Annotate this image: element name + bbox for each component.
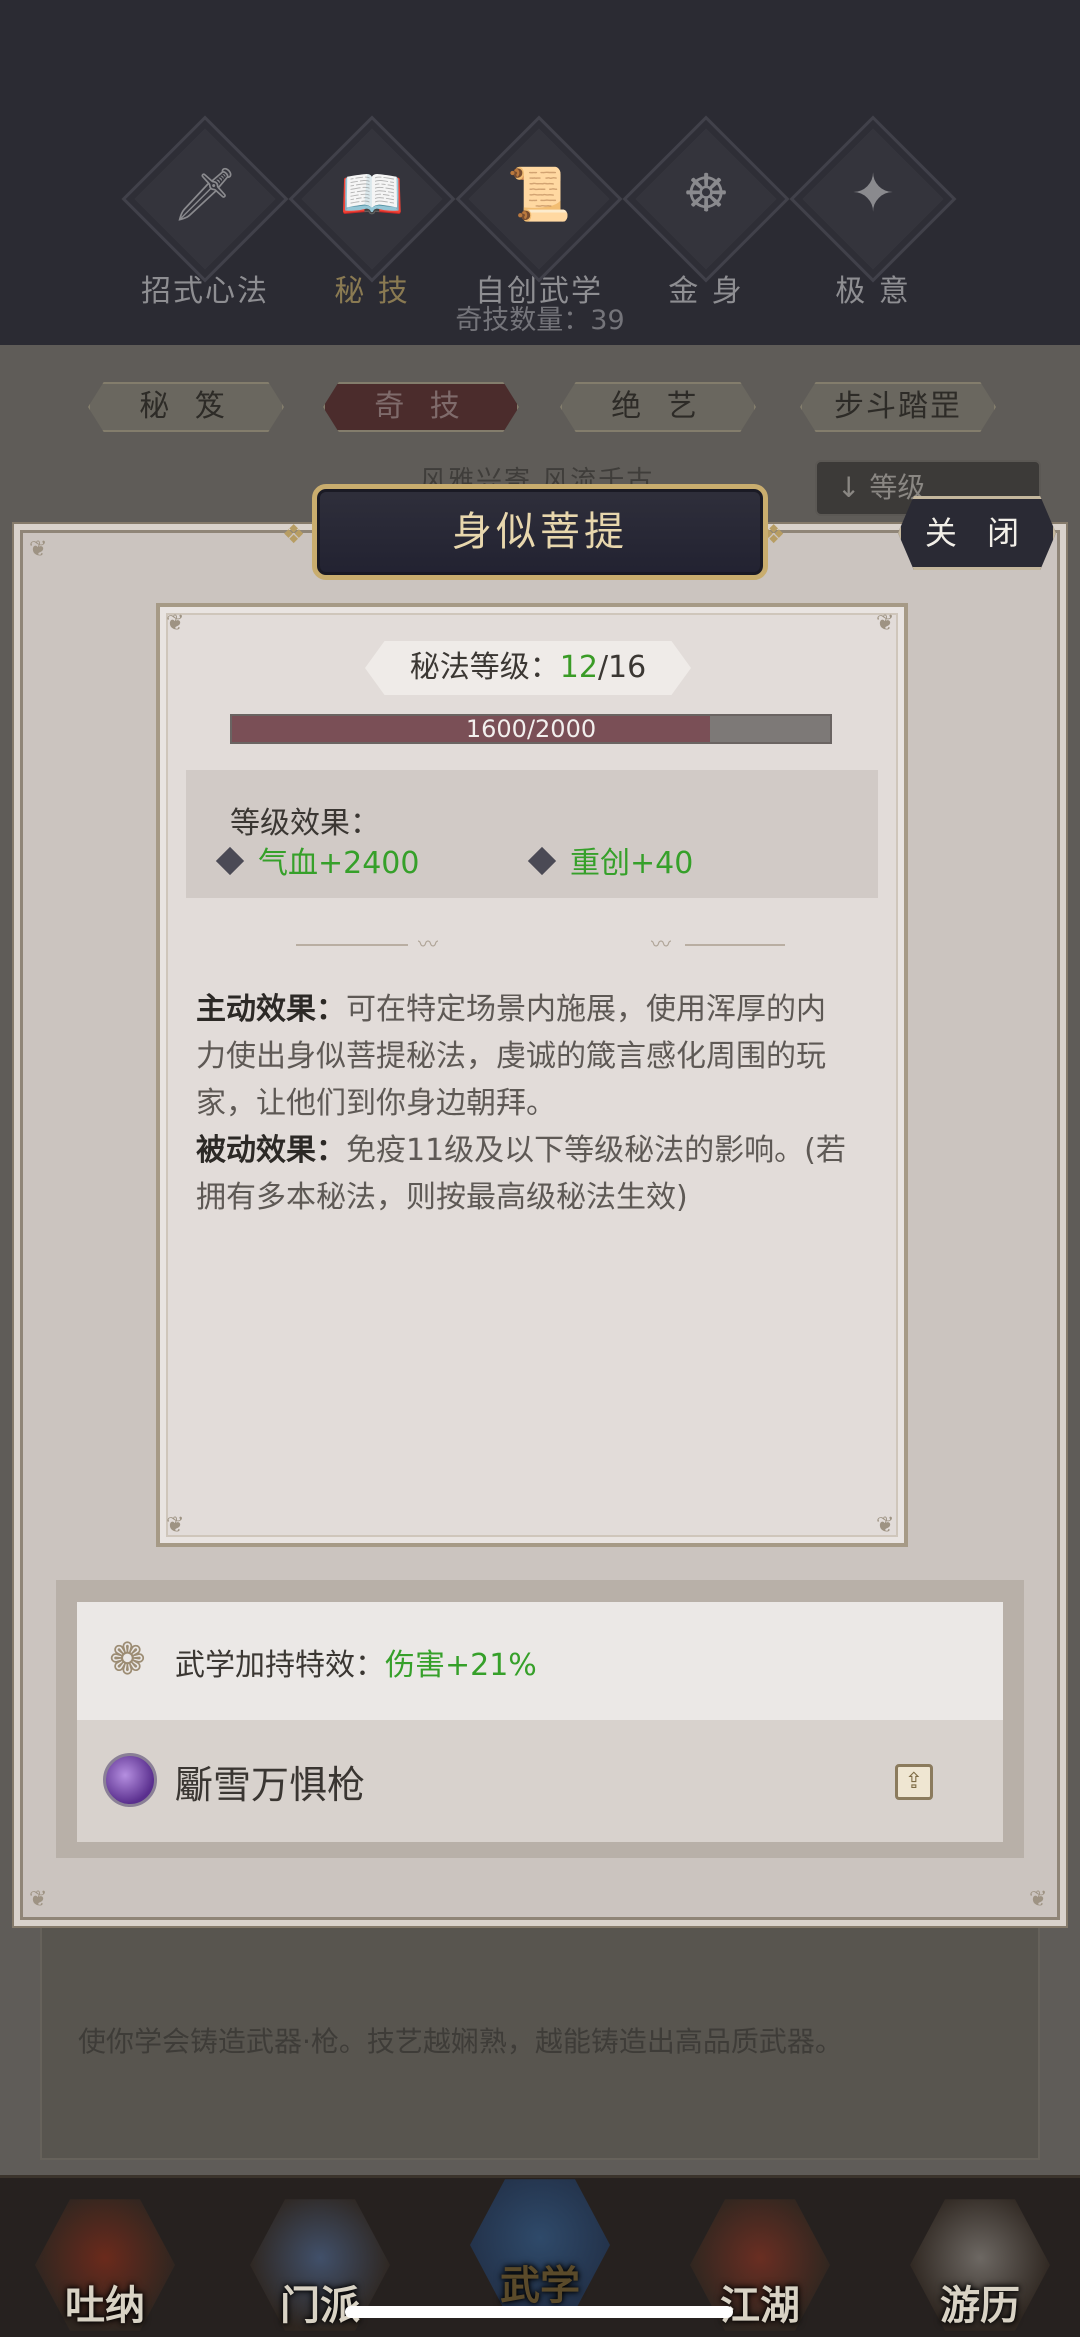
home-indicator[interactable] bbox=[345, 2306, 733, 2318]
nav-label: 江湖 bbox=[720, 2282, 800, 2329]
passive-effect-label: 被动效果： bbox=[196, 1133, 346, 1168]
corner-ornament: ❦ bbox=[1029, 1887, 1048, 1912]
category-golden-body[interactable]: ☸ 金 身 bbox=[622, 115, 790, 310]
level-current: 12 bbox=[559, 650, 598, 685]
linked-skill-row[interactable]: 斸雪万惧枪 ⇪ bbox=[77, 1720, 1003, 1842]
category-ultimate[interactable]: ✦ 极 意 bbox=[789, 115, 957, 310]
corner-ornament: ❦ bbox=[876, 1513, 895, 1538]
modal-title-plate: 身似菩提 bbox=[312, 484, 768, 580]
level-badge: 秘法等级：12/16 bbox=[365, 641, 691, 695]
effects-header: 等级效果： bbox=[230, 806, 380, 841]
effect-value: 重创+40 bbox=[570, 846, 694, 881]
linked-skill-name: 斸雪万惧枪 bbox=[175, 1763, 366, 1807]
category-moves[interactable]: 🗡 招式心法 bbox=[121, 115, 289, 310]
corner-ornament: ❦ bbox=[876, 611, 895, 636]
effect-item: 气血+2400 bbox=[215, 838, 420, 882]
exp-progress-text: 1600/2000 bbox=[465, 715, 597, 743]
modal-title: 身似菩提 bbox=[452, 509, 628, 555]
level-label: 秘法等级： bbox=[409, 650, 560, 685]
technique-count: 奇技数量：39 bbox=[455, 305, 625, 336]
skill-description: 主动效果：可在特定场景内施展，使用浑厚的内力使出身似菩提秘法，虔诚的箴言感化周围… bbox=[196, 986, 846, 1221]
tab-unique-art[interactable]: 绝 艺 bbox=[560, 382, 756, 432]
martial-pose-icon: ✦ bbox=[851, 164, 895, 224]
nav-martial-arts[interactable]: 武学 bbox=[465, 2175, 615, 2325]
level-effects-box: 等级效果： 气血+2400 重创+40 bbox=[186, 770, 878, 898]
exp-progress-bar: 1600/2000 bbox=[230, 714, 832, 744]
divider-ornament-left: 〰 bbox=[296, 932, 438, 956]
flower-icon: ❁ bbox=[109, 1634, 146, 1685]
category-secret[interactable]: 📖 秘 技 bbox=[288, 115, 456, 310]
active-effect-label: 主动效果： bbox=[196, 992, 346, 1027]
nav-label: 吐纳 bbox=[65, 2282, 145, 2329]
level-max: /16 bbox=[597, 650, 647, 685]
gem-icon bbox=[215, 846, 245, 876]
sword-icon: 🗡 bbox=[171, 165, 239, 225]
corner-ornament: ❦ bbox=[29, 1887, 48, 1912]
category-self-created[interactable]: 📜 自创武学 bbox=[455, 115, 623, 310]
close-button[interactable]: 关 闭 bbox=[898, 496, 1056, 570]
effect-item: 重创+40 bbox=[527, 838, 694, 882]
skill-orb-icon bbox=[103, 1753, 157, 1807]
title-ornament-right: ❖ bbox=[762, 520, 786, 550]
background-skill-row: 等级：4 使你学会铸造武器·枪。技艺越娴熟，越能铸造出高品质武器。 bbox=[40, 1896, 1040, 2160]
tab-secret-manual[interactable]: 秘 笈 bbox=[88, 382, 284, 432]
corner-ornament: ❦ bbox=[166, 1513, 185, 1538]
nav-label: 门派 bbox=[280, 2282, 360, 2329]
effect-value: 气血+2400 bbox=[258, 846, 420, 881]
sort-arrow-icon: ↓ bbox=[837, 471, 861, 504]
corner-ornament: ❦ bbox=[166, 611, 185, 636]
gem-icon bbox=[527, 846, 557, 876]
tab-star-step[interactable]: 步斗踏罡 bbox=[800, 382, 996, 432]
background-desc: 使你学会铸造武器·枪。技艺越娴熟，越能铸造出高品质武器。 bbox=[78, 2025, 843, 2058]
scroll-icon: 📜 bbox=[506, 165, 572, 225]
bonus-value: 伤害+21% bbox=[385, 1648, 537, 1683]
bonus-label: 武学加持特效： bbox=[175, 1648, 385, 1683]
book-icon: 📖 bbox=[339, 165, 405, 225]
divider-ornament-right: 〰 bbox=[651, 932, 785, 956]
bonus-row: ❁ 武学加持特效：伤害+21% bbox=[77, 1602, 1003, 1720]
share-icon[interactable]: ⇪ bbox=[895, 1764, 933, 1800]
nav-label: 武学 bbox=[500, 2262, 580, 2309]
nav-label: 游历 bbox=[940, 2282, 1020, 2329]
bonus-text: 武学加持特效：伤害+21% bbox=[175, 1640, 537, 1684]
nav-travel[interactable]: 游历 bbox=[905, 2195, 1055, 2337]
nav-breathing[interactable]: 吐纳 bbox=[30, 2195, 180, 2337]
corner-ornament: ❦ bbox=[29, 537, 48, 562]
tab-special-skill[interactable]: 奇 技 bbox=[323, 382, 519, 432]
meditation-icon: ☸ bbox=[682, 164, 730, 224]
